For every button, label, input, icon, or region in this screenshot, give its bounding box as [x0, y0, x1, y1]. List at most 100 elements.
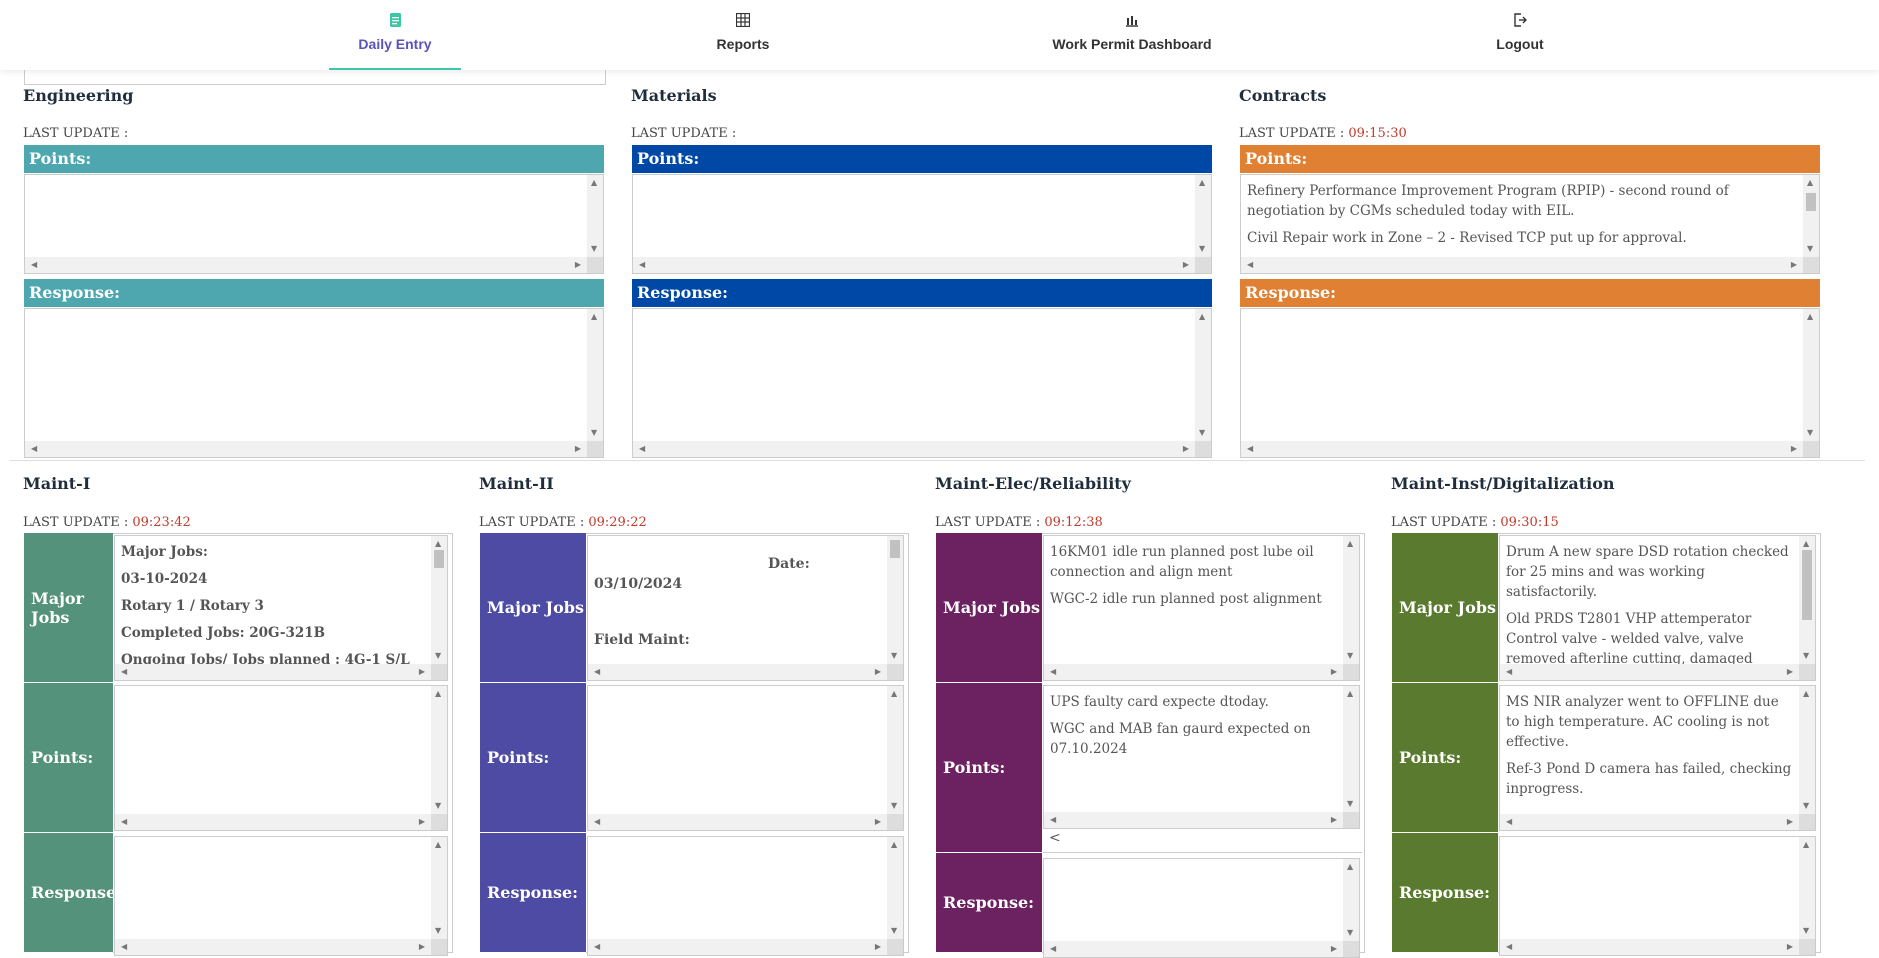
- vertical-scrollbar[interactable]: ▲▼: [1343, 536, 1359, 664]
- vertical-scrollbar[interactable]: ▲▼: [1799, 536, 1815, 664]
- points-textarea[interactable]: ▲ ▼ ◀ ▶: [587, 685, 904, 831]
- scroll-down-arrow[interactable]: ▼: [435, 802, 441, 810]
- scroll-right-arrow[interactable]: ▶: [1787, 818, 1793, 826]
- scroll-up-arrow[interactable]: ▲: [1199, 313, 1205, 321]
- horizontal-scrollbar[interactable]: ◀ ▶: [588, 814, 903, 830]
- scroll-down-arrow[interactable]: ▼: [435, 927, 441, 935]
- scroll-up-arrow[interactable]: ▲: [591, 313, 597, 321]
- horizontal-scrollbar[interactable]: ◀ ▶: [1044, 941, 1359, 957]
- scroll-down-arrow[interactable]: ▼: [1807, 429, 1813, 437]
- horizontal-scrollbar[interactable]: ◀ ▶: [1500, 664, 1815, 680]
- scroll-left-arrow[interactable]: ◀: [1050, 945, 1056, 953]
- scroll-left-arrow[interactable]: ◀: [1247, 445, 1253, 453]
- scroll-left-arrow[interactable]: ◀: [639, 261, 645, 269]
- points-textarea[interactable]: ▲ ▼ ◀ ▶: [24, 174, 604, 274]
- response-textarea[interactable]: ▲ ▼ ◀ ▶: [24, 308, 604, 458]
- scroll-down-arrow[interactable]: ▼: [1807, 245, 1813, 253]
- vertical-scrollbar[interactable]: ▲▼: [1799, 686, 1815, 814]
- nav-work-permit-dashboard[interactable]: Work Permit Dashboard: [1032, 0, 1232, 70]
- vertical-scrollbar[interactable]: ▲▼: [1343, 686, 1359, 812]
- scroll-down-arrow[interactable]: ▼: [435, 652, 441, 660]
- scroll-thumb[interactable]: [1806, 193, 1816, 211]
- horizontal-scrollbar[interactable]: ◀ ▶: [1044, 812, 1359, 828]
- horizontal-scrollbar[interactable]: ◀ ▶: [115, 814, 447, 830]
- scroll-down-arrow[interactable]: ▼: [1803, 927, 1809, 935]
- vertical-scrollbar[interactable]: ▲▼: [431, 686, 447, 814]
- scroll-right-arrow[interactable]: ▶: [1331, 816, 1337, 824]
- vertical-scrollbar[interactable]: ▲▼: [587, 309, 603, 441]
- scroll-left-arrow[interactable]: ◀: [639, 445, 645, 453]
- scroll-down-arrow[interactable]: ▼: [1347, 800, 1353, 808]
- scroll-thumb[interactable]: [1802, 550, 1812, 620]
- scroll-thumb[interactable]: [434, 550, 444, 568]
- scroll-down-arrow[interactable]: ▼: [891, 927, 897, 935]
- vertical-scrollbar[interactable]: ▲▼: [1803, 175, 1819, 257]
- horizontal-scrollbar[interactable]: ◀ ▶: [633, 257, 1211, 273]
- scroll-left-arrow[interactable]: ◀: [121, 818, 127, 826]
- scroll-up-arrow[interactable]: ▲: [435, 540, 441, 548]
- horizontal-scrollbar[interactable]: ◀ ▶: [588, 664, 903, 680]
- scroll-left-arrow[interactable]: ◀: [1506, 668, 1512, 676]
- scroll-down-arrow[interactable]: ▼: [1347, 652, 1353, 660]
- scroll-right-arrow[interactable]: ▶: [1787, 943, 1793, 951]
- scroll-right-arrow[interactable]: ▶: [1791, 261, 1797, 269]
- scroll-left-arrow[interactable]: ◀: [121, 668, 127, 676]
- scroll-right-arrow[interactable]: ▶: [419, 668, 425, 676]
- scroll-up-arrow[interactable]: ▲: [435, 841, 441, 849]
- horizontal-scrollbar[interactable]: ◀ ▶: [1241, 441, 1819, 457]
- horizontal-scrollbar[interactable]: ◀ ▶: [115, 939, 447, 955]
- scroll-up-arrow[interactable]: ▲: [1803, 841, 1809, 849]
- scroll-up-arrow[interactable]: ▲: [1803, 540, 1809, 548]
- vertical-scrollbar[interactable]: ▲▼: [1343, 859, 1359, 941]
- scroll-right-arrow[interactable]: ▶: [1331, 945, 1337, 953]
- scroll-up-arrow[interactable]: ▲: [1803, 690, 1809, 698]
- horizontal-scrollbar[interactable]: ◀ ▶: [1044, 664, 1359, 680]
- vertical-scrollbar[interactable]: ▲▼: [887, 536, 903, 664]
- scroll-up-arrow[interactable]: ▲: [891, 690, 897, 698]
- scroll-left-arrow[interactable]: ◀: [594, 818, 600, 826]
- scroll-right-arrow[interactable]: ▶: [1183, 445, 1189, 453]
- scroll-left-arrow[interactable]: ◀: [31, 445, 37, 453]
- response-textarea[interactable]: ▲ ▼ ◀ ▶: [632, 308, 1212, 458]
- major-jobs-textarea[interactable]: Major Jobs: 03-10-2024 Rotary 1 / Rotary 3…: [114, 535, 448, 681]
- response-textarea[interactable]: ▲ ▼ ◀ ▶: [1499, 836, 1816, 956]
- scroll-right-arrow[interactable]: ▶: [1331, 668, 1337, 676]
- scroll-up-arrow[interactable]: ▲: [891, 841, 897, 849]
- scroll-left-arrow[interactable]: ◀: [594, 668, 600, 676]
- scroll-right-arrow[interactable]: ▶: [419, 818, 425, 826]
- major-jobs-textarea[interactable]: ▲▼◀▶Date:03/10/2024Field Maint:: [587, 535, 904, 681]
- scroll-down-arrow[interactable]: ▼: [891, 802, 897, 810]
- scroll-up-arrow[interactable]: ▲: [1807, 179, 1813, 187]
- nav-logout[interactable]: Logout: [1470, 0, 1570, 70]
- scroll-left-arrow[interactable]: ◀: [1050, 816, 1056, 824]
- scroll-left-arrow[interactable]: ◀: [1506, 818, 1512, 826]
- scroll-right-arrow[interactable]: ▶: [1791, 445, 1797, 453]
- horizontal-scrollbar[interactable]: ◀ ▶: [1500, 814, 1815, 830]
- response-textarea[interactable]: ▲ ▼ ◀ ▶: [587, 836, 904, 956]
- scroll-up-arrow[interactable]: ▲: [435, 690, 441, 698]
- vertical-scrollbar[interactable]: ▲▼: [887, 686, 903, 814]
- scroll-down-arrow[interactable]: ▼: [591, 429, 597, 437]
- horizontal-scrollbar[interactable]: ◀ ▶: [115, 664, 447, 680]
- scroll-up-arrow[interactable]: ▲: [1807, 313, 1813, 321]
- scroll-right-arrow[interactable]: ▶: [875, 943, 881, 951]
- scroll-left-arrow[interactable]: ◀: [121, 943, 127, 951]
- response-textarea[interactable]: ▲ ▼ ◀ ▶: [1043, 858, 1360, 958]
- scroll-thumb[interactable]: [890, 540, 900, 558]
- scroll-up-arrow[interactable]: ▲: [1347, 863, 1353, 871]
- scroll-up-arrow[interactable]: ▲: [1347, 540, 1353, 548]
- scroll-up-arrow[interactable]: ▲: [591, 179, 597, 187]
- nav-reports[interactable]: Reports: [683, 0, 803, 70]
- vertical-scrollbar[interactable]: ▲▼: [587, 175, 603, 257]
- points-textarea[interactable]: UPS faulty card expecte dtoday. WGC and M…: [1043, 685, 1360, 829]
- scroll-left-arrow[interactable]: ◀: [1050, 668, 1056, 676]
- scroll-down-arrow[interactable]: ▼: [1199, 245, 1205, 253]
- vertical-scrollbar[interactable]: ▲▼: [431, 536, 447, 664]
- scroll-right-arrow[interactable]: ▶: [875, 818, 881, 826]
- major-jobs-textarea[interactable]: Drum A new spare DSD rotation checked fo…: [1499, 535, 1816, 681]
- scroll-left-arrow[interactable]: ◀: [31, 261, 37, 269]
- scroll-down-arrow[interactable]: ▼: [891, 652, 897, 660]
- scroll-up-arrow[interactable]: ▲: [1199, 179, 1205, 187]
- points-textarea[interactable]: ▲ ▼ ◀ ▶: [632, 174, 1212, 274]
- horizontal-scrollbar[interactable]: ◀ ▶: [25, 257, 603, 273]
